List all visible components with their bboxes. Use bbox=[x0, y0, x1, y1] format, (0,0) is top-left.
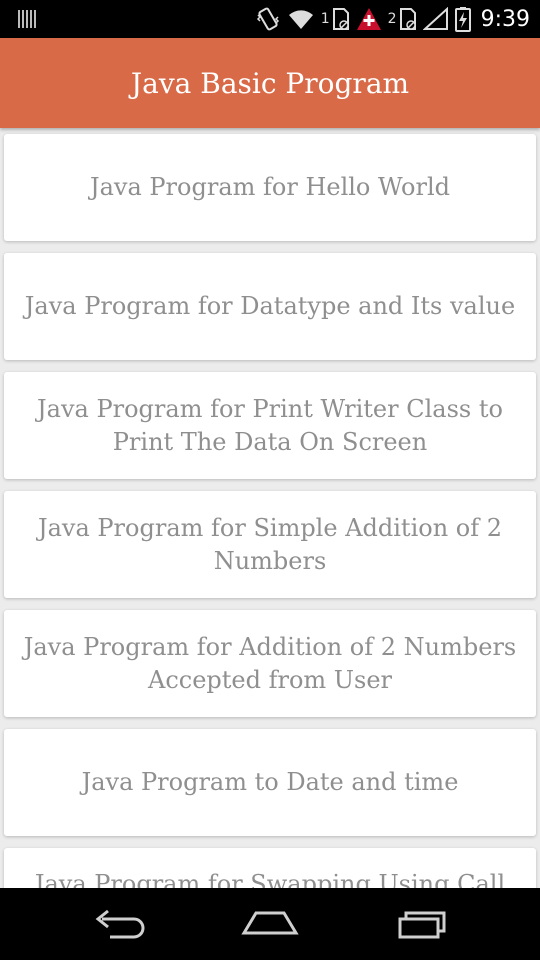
home-icon[interactable] bbox=[235, 904, 305, 944]
sim1-label: 1 bbox=[320, 11, 330, 27]
program-item-label: Java Program for Hello World bbox=[89, 173, 451, 201]
program-item-datatype[interactable]: Java Program for Datatype and Its value bbox=[4, 253, 536, 360]
program-item-addition-user[interactable]: Java Program for Addition of 2 Numbers A… bbox=[4, 610, 536, 717]
wifi-icon bbox=[287, 7, 315, 31]
vibrate-icon bbox=[255, 6, 281, 32]
recents-icon[interactable] bbox=[385, 904, 455, 944]
program-item-date-time[interactable]: Java Program to Date and time bbox=[4, 729, 536, 836]
program-item-label: Java Program for Print Writer Class to P… bbox=[37, 394, 503, 456]
sim2-label: 2 bbox=[387, 11, 397, 27]
program-item-print-writer[interactable]: Java Program for Print Writer Class to P… bbox=[4, 372, 536, 479]
screen: 1 2 9:39 Java Basic Program Java Program… bbox=[0, 0, 540, 960]
status-time: 9:39 bbox=[480, 6, 530, 32]
program-item-simple-addition[interactable]: Java Program for Simple Addition of 2 Nu… bbox=[4, 491, 536, 598]
program-item-label: Java Program for Swapping Using Call by bbox=[34, 870, 506, 888]
sim1-icon bbox=[332, 7, 350, 31]
navigation-bar bbox=[0, 888, 540, 960]
signal-icon bbox=[422, 7, 449, 31]
program-item-hello-world[interactable]: Java Program for Hello World bbox=[4, 134, 536, 241]
program-item-label: Java Program to Date and time bbox=[81, 768, 459, 796]
status-icons: 1 2 9:39 bbox=[255, 0, 530, 38]
barcode-icon bbox=[17, 9, 37, 29]
sim2-icon bbox=[399, 7, 417, 31]
program-item-swapping[interactable]: Java Program for Swapping Using Call by bbox=[4, 848, 536, 888]
status-bar: 1 2 9:39 bbox=[0, 0, 540, 38]
back-icon[interactable] bbox=[85, 904, 155, 944]
app-bar: Java Basic Program bbox=[0, 38, 540, 128]
app-title: Java Basic Program bbox=[130, 66, 410, 100]
program-item-label: Java Program for Datatype and Its value bbox=[24, 292, 516, 320]
program-item-label: Java Program for Simple Addition of 2 Nu… bbox=[37, 513, 503, 575]
program-list[interactable]: Java Program for Hello World Java Progra… bbox=[0, 128, 540, 888]
battery-icon bbox=[454, 6, 471, 32]
program-item-label: Java Program for Addition of 2 Numbers A… bbox=[23, 632, 517, 694]
alert-icon bbox=[356, 7, 382, 31]
